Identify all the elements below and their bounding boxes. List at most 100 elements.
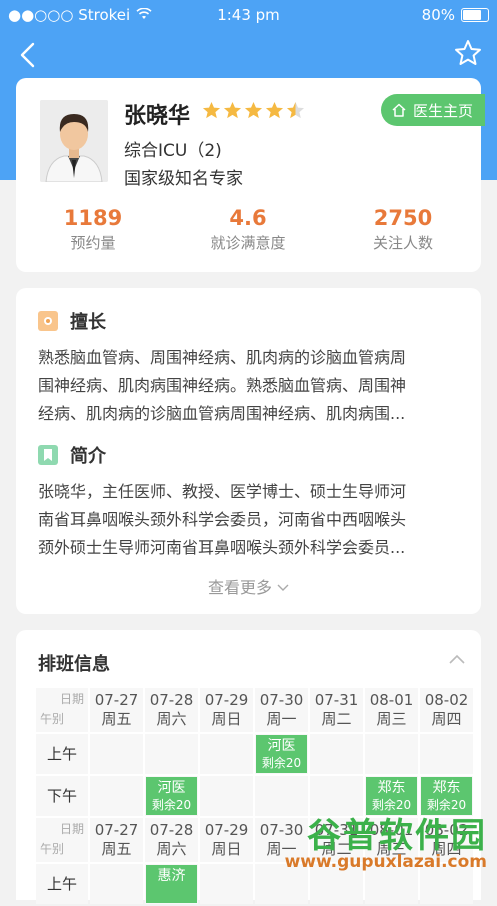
intro-text: 张晓华，主任医师、教授、医学博士、硕士生导师河 南省耳鼻咽喉头颈外科学会委员，河… [38,478,466,562]
available-slot[interactable]: 河医剩余20 [146,777,197,815]
specialty-title: 擅长 [70,312,106,333]
stat-label: 关注人数 [372,234,433,252]
intro-title: 简介 [70,446,106,467]
date-header: 08-02 周四 [420,688,473,732]
weekday-label: 周五 [101,840,132,858]
intro-line: 南省耳鼻咽喉头颈外科学会委员，河南省中西咽喉头 [38,510,407,529]
afternoon-label: 下午 [36,776,88,816]
schedule-slot [90,734,143,774]
star-full-icon [244,101,263,119]
back-button[interactable] [12,38,46,72]
favorite-button[interactable] [453,38,483,68]
stat-satisfaction: 4.6 就诊满意度 [183,206,313,253]
battery-icon [461,8,489,22]
watermark-brand: 谷普软件园 [307,816,487,856]
schedule-slot[interactable]: 惠济 [145,864,198,904]
hospital-label: 河医 [267,738,296,754]
corner-date-label: 日期 [59,692,84,706]
schedule-slot [310,734,363,774]
stat-value: 4.6 [229,206,267,230]
schedule-slot [365,734,418,774]
date-label: 07-29 [204,691,249,709]
rating-stars [202,101,305,120]
hospital-label: 郑东 [432,780,461,796]
schedule-slot[interactable]: 河医剩余20 [145,776,198,816]
see-more-label: 查看更多 [207,578,272,597]
weekday-label: 周六 [156,710,187,728]
doctor-avatar [40,100,108,182]
weekday-label: 周四 [431,710,462,728]
weekday-label: 周日 [211,840,242,858]
star-full-icon [265,101,284,119]
stat-label: 预约量 [70,234,116,252]
doctor-title: 国家级知名专家 [124,169,243,189]
schedule-slot [90,776,143,816]
specialty-line: 围神经病、肌肉病围神经病。熟悉脑血管病、周围神 [38,376,407,395]
doctor-home-label: 医生主页 [412,101,473,120]
intro-line: 颈外硕士生导师河南省耳鼻咽喉头颈外科学会委员... [38,538,406,557]
weekday-label: 周六 [156,840,187,858]
date-header: 07-27 周五 [90,688,143,732]
schedule-slot [255,776,308,816]
specialty-text: 熟悉脑血管病、周围神经病、肌肉病的诊脑血管病周 围神经病、肌肉病围神经病。熟悉脑… [38,344,466,428]
date-header: 07-29 周日 [200,688,253,732]
profile-card: 擅长 熟悉脑血管病、周围神经病、肌肉病的诊脑血管病周 围神经病、肌肉病围神经病。… [16,288,481,614]
weekday-label: 周五 [101,710,132,728]
weekday-label: 周日 [211,710,242,728]
date-header: 08-01 周三 [365,688,418,732]
schedule-slot [145,734,198,774]
status-bar: ●●○○○ Strokei 1:43 pm 80% [0,0,497,30]
stat-value: 2750 [373,206,433,230]
stat-label: 就诊满意度 [210,234,286,252]
specialty-icon [38,311,58,331]
doctor-home-button[interactable]: 医生主页 [380,94,485,126]
date-label: 07-30 [259,691,304,709]
star-outline-icon [455,40,481,65]
doctor-card: 张晓华 医生主页 综合ICU（2) 国家级知名专家 1189 预约量 4.6 就… [16,78,485,272]
stat-value: 1189 [63,206,123,230]
stat-followers: 2750 关注人数 [338,206,468,253]
date-header: 07-27 周五 [90,818,143,862]
date-header: 07-28 周六 [145,688,198,732]
date-label: 07-30 [259,821,304,839]
hospital-label: 河医 [157,780,186,796]
chevron-down-icon [277,584,289,591]
intro-heading: 简介 [38,442,106,468]
schedule-slot [200,776,253,816]
schedule-slot [420,734,473,774]
hospital-label: 郑东 [377,780,406,796]
remaining-label: 剩余20 [151,798,192,812]
see-more-link[interactable]: 查看更多 [16,574,481,598]
doctor-department: 综合ICU（2) [124,141,222,161]
collapse-button[interactable] [447,650,467,670]
date-label: 08-02 [424,691,469,709]
corner-slot-label: 午别 [40,712,65,726]
doctor-name: 张晓华 [124,104,191,129]
schedule-slot [200,864,253,904]
specialty-line: 熟悉脑血管病、周围神经病、肌肉病的诊脑血管病周 [38,348,407,367]
stat-appointments: 1189 预约量 [28,206,158,253]
intro-line: 张晓华，主任医师、教授、医学博士、硕士生导师河 [38,482,407,501]
available-slot[interactable]: 河医剩余20 [256,735,307,773]
corner-date-label: 日期 [59,822,84,836]
schedule-slot [90,864,143,904]
chevron-left-icon [20,42,35,68]
date-label: 07-28 [149,691,194,709]
schedule-slot[interactable]: 河医剩余20 [255,734,308,774]
week-header-row: 日期 午别 07-27 周五 07-28 周六 07-29 周日 07-30 周一 07… [36,688,475,734]
weekday-label: 周一 [266,710,297,728]
bookmark-icon [38,445,58,465]
battery-percent: 80% [421,6,455,24]
date-label: 08-01 [369,691,414,709]
hospital-label: 惠济 [157,868,186,884]
grid-corner: 日期 午别 [36,688,88,732]
star-full-icon [223,101,242,119]
remaining-label: 剩余20 [261,756,302,770]
morning-row: 上午 河医 剩余20 [36,734,475,776]
date-header: 07-30 周一 [255,688,308,732]
weekday-label: 周二 [321,710,352,728]
date-label: 07-31 [314,691,359,709]
schedule-slot [200,734,253,774]
available-slot[interactable]: 惠济 [146,865,197,903]
specialty-heading: 擅长 [38,308,106,334]
